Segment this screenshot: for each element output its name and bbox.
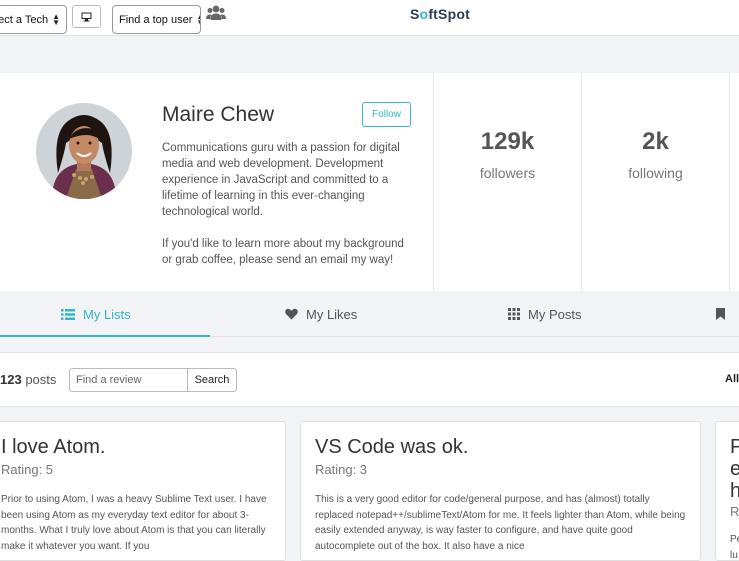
- following-stat[interactable]: 2k following: [581, 73, 729, 291]
- followers-stat[interactable]: 129k followers: [433, 73, 581, 291]
- heart-icon: [285, 308, 298, 320]
- following-count: 2k: [642, 128, 669, 155]
- review-search-input[interactable]: [69, 368, 188, 392]
- list-icon: [61, 308, 75, 320]
- tab-label: My Likes: [306, 306, 358, 322]
- monitor-icon: [81, 12, 92, 21]
- active-tab-indicator: [0, 335, 210, 337]
- card-excerpt: Pe lu: [730, 534, 739, 561]
- card-rating: Rating: 3: [315, 462, 368, 477]
- top-user-select[interactable]: Find a top user ▲▼: [112, 5, 201, 34]
- profile-name: Maire Chew: [162, 103, 275, 126]
- softspot-logo[interactable]: SoftSpot: [410, 6, 470, 22]
- search-button[interactable]: Search: [187, 368, 237, 392]
- select-arrows-icon: ▲▼: [52, 11, 60, 27]
- following-label: following: [628, 165, 683, 181]
- bio-paragraph: Communications guru with a passion for d…: [162, 142, 400, 218]
- tab-my-lists[interactable]: My Lists: [61, 291, 131, 337]
- monitor-button[interactable]: [72, 5, 101, 28]
- tab-label: My Lists: [83, 306, 131, 322]
- card-rating: R: [730, 504, 739, 519]
- tab-label: My Posts: [528, 306, 582, 322]
- header-band: [0, 36, 739, 73]
- tab-my-likes[interactable]: My Likes: [285, 291, 357, 337]
- stat-column-divider: [729, 73, 739, 291]
- bookmark-icon: [716, 308, 725, 320]
- post-card[interactable]: VS Code was ok. Rating: 3 This is a very…: [300, 421, 701, 561]
- follow-button[interactable]: Follow: [362, 102, 411, 127]
- followers-label: followers: [479, 165, 536, 181]
- avatar: [36, 103, 132, 199]
- post-card[interactable]: I love Atom. Rating: 5 Prior to using At…: [0, 421, 286, 561]
- top-user-select-value: Find a top user: [119, 13, 193, 26]
- select-arrows-icon: ▲▼: [196, 12, 200, 26]
- filter-all[interactable]: All: [725, 373, 739, 385]
- tab-bookmarks[interactable]: [716, 291, 733, 337]
- users-icon[interactable]: [206, 4, 226, 22]
- post-count: 123 posts: [0, 372, 56, 387]
- post-card[interactable]: P e h R Pe lu: [715, 421, 739, 561]
- profile-bio: Communications guru with a passion for d…: [162, 140, 417, 268]
- top-navbar: elect a Tech ▲▼ Find a top user ▲▼ SoftS…: [0, 0, 739, 36]
- card-title: I love Atom.: [1, 436, 106, 458]
- card-title: VS Code was ok.: [315, 436, 469, 458]
- card-title: P e h: [730, 436, 739, 502]
- tech-select[interactable]: elect a Tech ▲▼: [0, 5, 67, 34]
- card-excerpt: Prior to using Atom, I was a heavy Subli…: [1, 494, 267, 552]
- grid-icon: [508, 308, 520, 320]
- tech-select-value: elect a Tech: [0, 13, 49, 26]
- tab-my-posts[interactable]: My Posts: [508, 291, 581, 337]
- profile-section: Maire Chew Follow Communications guru wi…: [0, 73, 739, 291]
- card-excerpt: This is a very good editor for code/gene…: [315, 494, 686, 552]
- followers-count: 129k: [480, 128, 535, 155]
- bio-paragraph: If you'd like to learn more about my bac…: [162, 238, 404, 266]
- profile-tabs: My Lists My Likes My Posts: [0, 291, 739, 337]
- posts-toolbar: 123 posts Search All: [0, 352, 739, 407]
- post-count-number: 123: [0, 372, 22, 387]
- post-count-suffix: posts: [25, 372, 57, 387]
- card-rating: Rating: 5: [1, 462, 54, 477]
